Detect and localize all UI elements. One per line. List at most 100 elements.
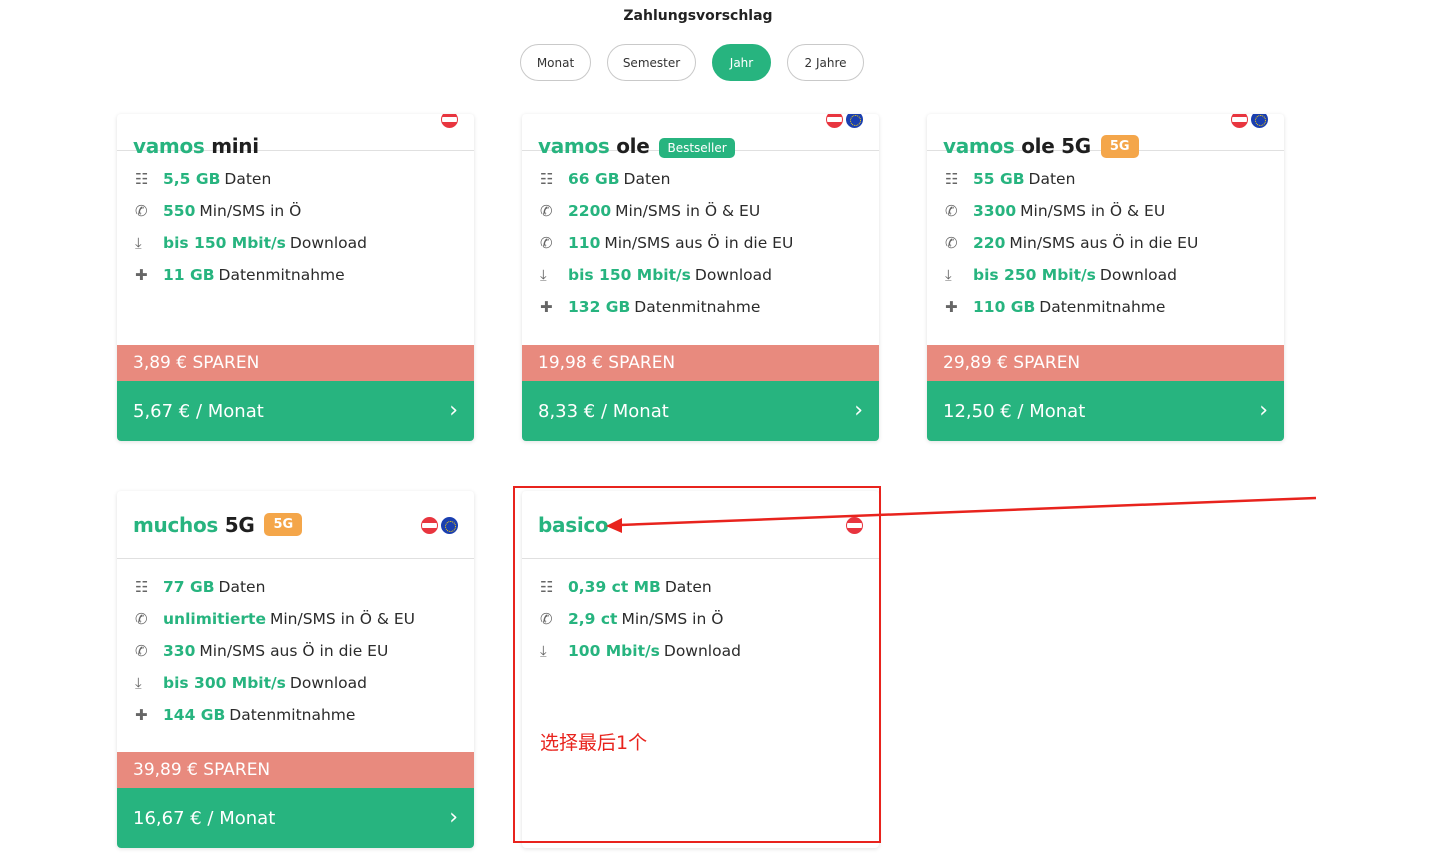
phone-icon: ✆ [540, 202, 553, 220]
feature-text: Daten [623, 170, 671, 188]
feature-highlight: 0,39 ct MB [568, 578, 661, 596]
phone-icon: ✆ [135, 202, 148, 220]
feature-highlight: 11 GB [163, 266, 215, 284]
5g-badge: 5G [1100, 135, 1139, 158]
feature-text: Download [289, 674, 367, 692]
feature-highlight: 2200 [568, 202, 612, 220]
feature-text: Min/SMS aus Ö in die EU [1009, 234, 1199, 252]
chevron-right-icon: › [449, 805, 458, 830]
feature-list: ☷ 77 GB Daten ✆ unlimitierte Min/SMS in Ö & E… [117, 559, 474, 731]
feature-highlight: unlimitierte [163, 610, 266, 628]
feature-item: ⤓ bis 150 Mbit/s Download [538, 259, 863, 291]
feature-text: Daten [664, 578, 712, 596]
savings-bar: 3,89 € SPAREN [117, 345, 474, 381]
plan-card: basico ☷ 0,39 ct MB Daten ✆ 2,9 ct Min/SMS in … [522, 491, 879, 848]
feature-highlight: 550 [163, 202, 196, 220]
coverage-flags [421, 517, 458, 534]
tab-semester[interactable]: Semester [607, 44, 696, 81]
price-label: 12,50 € / Monat [943, 400, 1086, 422]
plus-icon: ✚ [135, 266, 148, 284]
chevron-right-icon: › [1259, 398, 1268, 423]
feature-text: Download [289, 234, 367, 252]
feature-highlight: 330 [163, 642, 196, 660]
phone-icon: ✆ [945, 234, 958, 252]
feature-item: ✆ 220 Min/SMS aus Ö in die EU [943, 227, 1268, 259]
chevron-right-icon: › [854, 398, 863, 423]
eu-flag-icon [1251, 114, 1268, 128]
feature-highlight: 144 GB [163, 706, 226, 724]
feature-item: ⤓ bis 250 Mbit/s Download [943, 259, 1268, 291]
feature-text: Datenmitnahme [229, 706, 356, 724]
database-icon: ☷ [540, 170, 554, 188]
feature-highlight: 110 [568, 234, 601, 252]
database-icon: ☷ [540, 578, 554, 596]
coverage-flags [441, 114, 458, 128]
feature-text: Download [694, 266, 772, 284]
coverage-flags [1231, 114, 1268, 128]
select-plan-button[interactable]: 12,50 € / Monat › [927, 381, 1284, 441]
5g-badge: 5G [264, 513, 303, 536]
feature-item: ☷ 77 GB Daten [133, 571, 458, 603]
feature-text: Datenmitnahme [218, 266, 345, 284]
tab-jahr[interactable]: Jahr [712, 44, 771, 81]
feature-text: Download [1099, 266, 1177, 284]
feature-text: Daten [1028, 170, 1076, 188]
feature-highlight: bis 150 Mbit/s [568, 266, 691, 284]
payment-suggestion-title: Zahlungsvorschlag [623, 8, 773, 24]
select-plan-button[interactable]: 16,67 € / Monat › [117, 788, 474, 848]
plan-name-main: vamos [943, 134, 1015, 158]
feature-text: Min/SMS aus Ö in die EU [199, 642, 389, 660]
coverage-flags [826, 114, 863, 128]
feature-list: ☷ 55 GB Daten ✆ 3300 Min/SMS in Ö & EU ✆ 220 Min… [927, 151, 1284, 323]
feature-highlight: 220 [973, 234, 1006, 252]
download-icon: ⤓ [135, 234, 142, 252]
feature-item: ☷ 66 GB Daten [538, 163, 863, 195]
plus-icon: ✚ [540, 298, 553, 316]
feature-highlight: bis 250 Mbit/s [973, 266, 1096, 284]
bestseller-badge: Bestseller [659, 138, 735, 158]
feature-item: ⤓ bis 300 Mbit/s Download [133, 667, 458, 699]
feature-highlight: bis 150 Mbit/s [163, 234, 286, 252]
feature-highlight: 110 GB [973, 298, 1036, 316]
plan-name-main: basico [538, 512, 609, 537]
eu-flag-icon [846, 114, 863, 128]
feature-item: ✆ 330 Min/SMS aus Ö in die EU [133, 635, 458, 667]
plan-name-extra: ole 5G [1021, 134, 1091, 158]
plan-name-main: vamos [538, 134, 610, 158]
plan-header: muchos 5G 5G [117, 491, 474, 559]
feature-text: Daten [224, 170, 272, 188]
feature-item: ✚ 110 GB Datenmitnahme [943, 291, 1268, 323]
eu-flag-icon [441, 517, 458, 534]
plan-name: basico [538, 512, 609, 537]
tab-monat[interactable]: Monat [520, 44, 591, 81]
feature-list: ☷ 0,39 ct MB Daten ✆ 2,9 ct Min/SMS in Ö ⤓ 100 … [522, 559, 879, 667]
feature-item: ⤓ bis 150 Mbit/s Download [133, 227, 458, 259]
austria-flag-icon [1231, 114, 1248, 128]
database-icon: ☷ [135, 170, 149, 188]
feature-item: ☷ 55 GB Daten [943, 163, 1268, 195]
feature-highlight: 3300 [973, 202, 1017, 220]
feature-text: Datenmitnahme [634, 298, 761, 316]
plan-header: vamos mini [117, 114, 474, 158]
select-plan-button[interactable]: 8,33 € / Monat › [522, 381, 879, 441]
download-icon: ⤓ [945, 266, 952, 284]
plan-card: muchos 5G 5G ☷ 77 GB Daten ✆ unlimitierte Min/S… [117, 491, 474, 848]
plan-card: vamos ole Bestseller ☷ 66 GB Daten ✆ 2200 Min/S… [522, 114, 879, 441]
select-plan-button[interactable]: 5,67 € / Monat › [117, 381, 474, 441]
feature-text: Daten [218, 578, 266, 596]
feature-highlight: 5,5 GB [163, 170, 221, 188]
download-icon: ⤓ [540, 266, 547, 284]
plan-header: basico [522, 491, 879, 559]
phone-icon: ✆ [945, 202, 958, 220]
tab-2-jahre[interactable]: 2 Jahre [787, 44, 864, 81]
phone-icon: ✆ [135, 610, 148, 628]
plan-name: muchos 5G [133, 512, 255, 537]
plan-header: vamos ole Bestseller [522, 114, 879, 158]
feature-highlight: bis 300 Mbit/s [163, 674, 286, 692]
plan-name-main: muchos [133, 512, 219, 537]
feature-highlight: 2,9 ct [568, 610, 618, 628]
price-label: 16,67 € / Monat [133, 807, 276, 829]
feature-text: Download [663, 642, 741, 660]
phone-icon: ✆ [540, 234, 553, 252]
chevron-right-icon: › [449, 398, 458, 423]
